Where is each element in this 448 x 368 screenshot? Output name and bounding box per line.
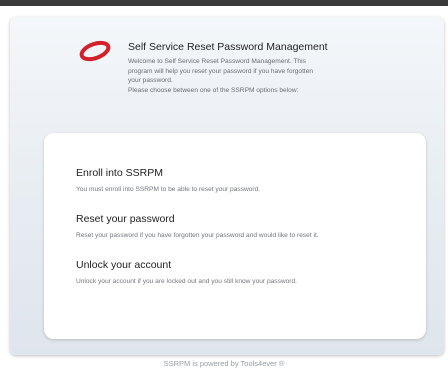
reset-password-option[interactable]: Reset your password Reset your password … xyxy=(76,213,319,239)
welcome-description: Welcome to Self Service Reset Password M… xyxy=(128,57,358,95)
welcome-line: Please choose between one of the SSRPM o… xyxy=(128,86,299,94)
page-title: Self Service Reset Password Management xyxy=(128,41,328,53)
welcome-line: your password. xyxy=(128,77,173,84)
red-ring-logo-icon xyxy=(79,40,111,62)
welcome-line: program will help you reset your passwor… xyxy=(128,67,314,75)
footer-powered-by: SSRPM is powered by Tools4ever ® xyxy=(163,359,285,368)
reset-password-option-description: Reset your password if you have forgotte… xyxy=(76,232,319,239)
options-card: Enroll into SSRPM You must enroll into S… xyxy=(44,133,426,339)
reset-password-option-title[interactable]: Reset your password xyxy=(76,213,319,225)
enroll-option[interactable]: Enroll into SSRPM You must enroll into S… xyxy=(76,167,260,193)
enroll-option-title[interactable]: Enroll into SSRPM xyxy=(76,167,260,179)
window-top-bar xyxy=(0,0,448,6)
enroll-option-description: You must enroll into SSRPM to be able to… xyxy=(76,186,261,193)
unlock-account-option-description: Unlock your account if you are locked ou… xyxy=(76,278,298,285)
welcome-line: Welcome to Self Service Reset Password M… xyxy=(128,58,306,65)
unlock-account-option-title[interactable]: Unlock your account xyxy=(76,259,297,271)
unlock-account-option[interactable]: Unlock your account Unlock your account … xyxy=(76,259,297,285)
